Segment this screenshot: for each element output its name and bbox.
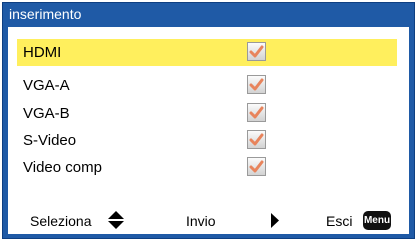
source-label: Video comp: [23, 159, 102, 176]
checkmark-icon: [249, 45, 264, 58]
menu-key-icon: Menu: [363, 211, 391, 230]
source-checkbox[interactable]: [247, 42, 266, 61]
input-source-menu: inserimento HDMI VGA-A VGA-B S-Video Vid…: [2, 2, 415, 239]
checkmark-icon: [249, 133, 264, 146]
source-checkbox[interactable]: [247, 103, 266, 122]
select-hint-label: Seleziona: [30, 213, 92, 229]
source-row-vga-a[interactable]: VGA-A: [17, 72, 397, 99]
source-checkbox[interactable]: [247, 130, 266, 149]
enter-hint-label: Invio: [186, 213, 216, 229]
menu-footer: Seleziona Invio Esci Menu: [8, 207, 409, 234]
source-row-s-video[interactable]: S-Video: [17, 127, 397, 154]
right-triangle-icon: [271, 213, 279, 228]
source-row-vga-b[interactable]: VGA-B: [17, 100, 397, 127]
source-label: VGA-B: [23, 105, 70, 122]
checkmark-icon: [249, 106, 264, 119]
checkmark-icon: [249, 160, 264, 173]
source-row-video-comp[interactable]: Video comp: [17, 154, 397, 181]
exit-hint-label: Esci: [326, 213, 353, 229]
source-checkbox[interactable]: [247, 157, 266, 176]
source-row-hdmi[interactable]: HDMI: [17, 39, 397, 66]
up-down-arrows-icon: [108, 211, 124, 229]
menu-title: inserimento: [9, 6, 82, 22]
source-label: VGA-A: [23, 77, 70, 94]
menu-panel: HDMI VGA-A VGA-B S-Video Video comp Sele…: [8, 27, 409, 234]
checkmark-icon: [249, 78, 264, 91]
source-checkbox[interactable]: [247, 75, 266, 94]
source-label: S-Video: [23, 132, 77, 149]
source-label: HDMI: [23, 44, 62, 61]
